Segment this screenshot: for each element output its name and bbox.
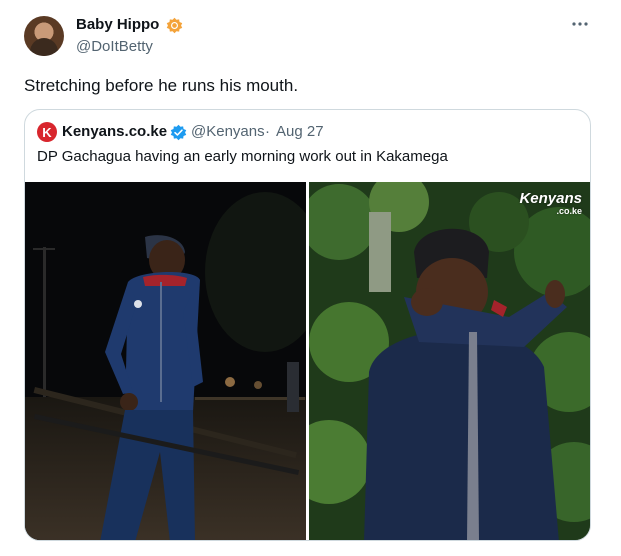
quoted-separator: · [265, 123, 270, 140]
affiliate-badge-icon [166, 17, 183, 34]
photo-right-image [309, 182, 590, 540]
quoted-author-name[interactable]: Kenyans.co.ke [62, 123, 167, 140]
author-handle[interactable]: @DoItBetty [76, 38, 153, 55]
photo-right[interactable]: Kenyans .co.ke [309, 182, 590, 540]
quoted-logo-letter: K [42, 124, 52, 140]
quoted-date[interactable]: Aug 27 [276, 123, 324, 140]
author-avatar[interactable] [24, 16, 64, 56]
quoted-text: DP Gachagua having an early morning work… [37, 148, 448, 165]
photo-left-image [25, 182, 306, 540]
tweet: Baby Hippo @DoItBetty Stretching before … [0, 0, 621, 556]
more-dots-icon [572, 22, 588, 26]
photo-left[interactable] [25, 182, 306, 540]
tweet-text: Stretching before he runs his mouth. [24, 76, 299, 95]
quoted-tweet[interactable]: K Kenyans.co.ke @Kenyans · Aug 27 DP Gac… [24, 109, 591, 541]
verified-check-icon [170, 124, 187, 141]
quoted-author-handle[interactable]: @Kenyans [191, 123, 265, 140]
quoted-avatar[interactable]: K [37, 122, 57, 142]
media-watermark: Kenyans .co.ke [519, 191, 582, 218]
author-name[interactable]: Baby Hippo [76, 16, 159, 33]
more-icon[interactable] [570, 14, 590, 34]
